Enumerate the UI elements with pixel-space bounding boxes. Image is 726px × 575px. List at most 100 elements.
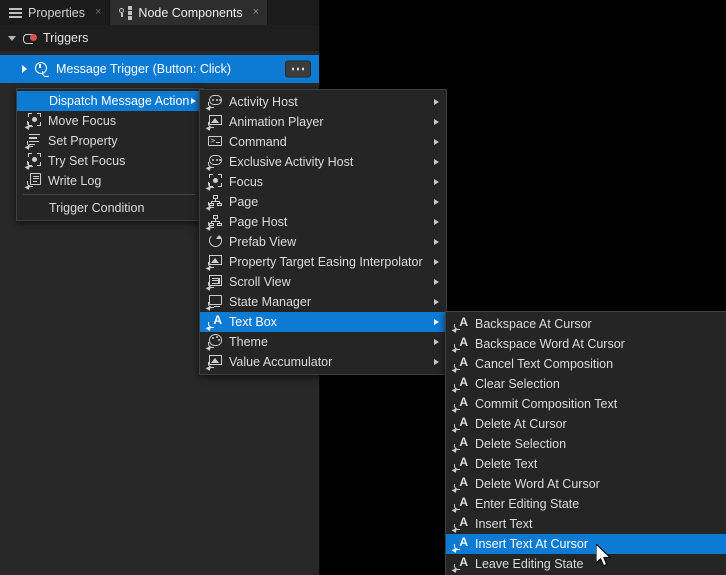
menu-item-cancel-text-composition[interactable]: A Cancel Text Composition [446,354,726,374]
chevron-right-icon [434,279,439,285]
menu-item-leave-editing-state[interactable]: A Leave Editing State [446,554,726,574]
menu-item-property-target-easing-interpolator[interactable]: Property Target Easing Interpolator [200,252,446,272]
context-menu-textbox-actions: A Backspace At Cursor A Backspace Word A… [445,311,726,575]
menu-item-commit-composition-text[interactable]: A Commit Composition Text [446,394,726,414]
hierarchy-icon [206,194,222,210]
text-a-icon: A [452,456,468,472]
panel-tabbar: Properties × Node Components × [0,0,319,25]
bubble-icon [206,154,222,170]
menu-item-value-accumulator[interactable]: Value Accumulator [200,352,446,372]
mountain-icon [206,254,222,270]
menu-item-delete-text[interactable]: A Delete Text [446,454,726,474]
menu-item-focus[interactable]: Focus [200,172,446,192]
menu-item-try-set-focus[interactable]: Try Set Focus [17,151,203,171]
mountain-icon [206,114,222,130]
text-a-icon: A [452,316,468,332]
context-menu-actions: Dispatch Message Action Move Focus Set P… [16,88,204,221]
text-a-icon: A [452,376,468,392]
node-icon [119,6,132,19]
menu-item-text-box[interactable]: A Text Box [200,312,446,332]
menu-item-enter-editing-state[interactable]: A Enter Editing State [446,494,726,514]
overflow-menu-button[interactable] [285,61,311,78]
menu-item-insert-text-at-cursor[interactable]: A Insert Text At Cursor [446,534,726,554]
menu-item-delete-selection[interactable]: A Delete Selection [446,434,726,454]
menu-item-state-manager[interactable]: State Manager [200,292,446,312]
hierarchy-icon [206,214,222,230]
triggers-group-header[interactable]: Triggers [0,25,319,51]
chevron-down-icon[interactable] [8,36,16,41]
menu-item-page-host[interactable]: Page Host [200,212,446,232]
menu-item-set-property[interactable]: Set Property [17,131,203,151]
menu-item-animation-player[interactable]: Animation Player [200,112,446,132]
text-a-icon: A [452,496,468,512]
menu-item-dispatch-message-action[interactable]: Dispatch Message Action [17,91,203,111]
chevron-right-icon [434,359,439,365]
message-trigger-row[interactable]: Message Trigger (Button: Click) [0,55,319,83]
focus-target-icon [206,174,222,190]
text-a-icon: A [452,476,468,492]
message-trigger-label: Message Trigger (Button: Click) [56,62,231,76]
chevron-right-icon [434,319,439,325]
chevron-right-icon[interactable] [22,65,27,73]
menu-item-clear-selection[interactable]: A Clear Selection [446,374,726,394]
chevron-right-icon [434,239,439,245]
chevron-right-icon [434,99,439,105]
message-trigger-icon [34,62,49,77]
tab-node-components-label: Node Components [138,6,242,20]
mountain-icon [206,354,222,370]
menu-item-activity-host[interactable]: Activity Host [200,92,446,112]
text-a-icon: A [452,436,468,452]
chevron-right-icon [434,139,439,145]
text-a-icon: A [452,536,468,552]
chevron-right-icon [434,219,439,225]
app-root: Properties × Node Components × Triggers [0,0,726,575]
tab-properties-close-icon[interactable]: × [95,7,101,18]
chevron-right-icon [434,159,439,165]
menu-item-delete-word-at-cursor[interactable]: A Delete Word At Cursor [446,474,726,494]
menu-item-exclusive-activity-host[interactable]: Exclusive Activity Host [200,152,446,172]
menu-item-command[interactable]: Command [200,132,446,152]
text-a-icon: A [452,556,468,572]
menu-item-insert-text[interactable]: A Insert Text [446,514,726,534]
chevron-right-icon [434,199,439,205]
menu-item-scroll-view[interactable]: Scroll View [200,272,446,292]
text-a-icon: A [206,314,222,330]
list-icon [9,6,22,19]
focus-target-icon [25,113,41,129]
property-lines-icon [25,133,41,149]
chevron-right-icon [434,259,439,265]
text-a-icon: A [452,416,468,432]
menu-separator [23,194,195,195]
text-a-icon: A [452,336,468,352]
chevron-right-icon [434,339,439,345]
context-menu-components: Activity Host Animation Player Command E… [199,89,447,375]
chevron-right-icon [191,98,196,104]
scroll-icon [206,274,222,290]
tab-properties[interactable]: Properties × [0,0,110,25]
refresh-circle-icon [206,234,222,250]
monitor-icon [206,294,222,310]
palette-icon [206,334,222,350]
bubble-icon [206,94,222,110]
triggers-group-label: Triggers [43,31,88,45]
console-icon [206,134,222,150]
chevron-right-icon [434,299,439,305]
menu-item-write-log[interactable]: Write Log [17,171,203,191]
menu-item-move-focus[interactable]: Move Focus [17,111,203,131]
tab-node-components[interactable]: Node Components × [110,0,268,25]
document-icon [25,173,41,189]
menu-item-prefab-view[interactable]: Prefab View [200,232,446,252]
trigger-icon [23,31,37,45]
menu-item-page[interactable]: Page [200,192,446,212]
menu-item-theme[interactable]: Theme [200,332,446,352]
text-a-icon: A [452,356,468,372]
text-a-icon: A [452,516,468,532]
text-a-icon: A [452,396,468,412]
menu-item-delete-at-cursor[interactable]: A Delete At Cursor [446,414,726,434]
menu-item-backspace-at-cursor[interactable]: A Backspace At Cursor [446,314,726,334]
chevron-right-icon [434,179,439,185]
chevron-right-icon [434,119,439,125]
tab-node-components-close-icon[interactable]: × [253,7,259,18]
menu-item-backspace-word-at-cursor[interactable]: A Backspace Word At Cursor [446,334,726,354]
menu-item-trigger-condition[interactable]: Trigger Condition [17,198,203,218]
